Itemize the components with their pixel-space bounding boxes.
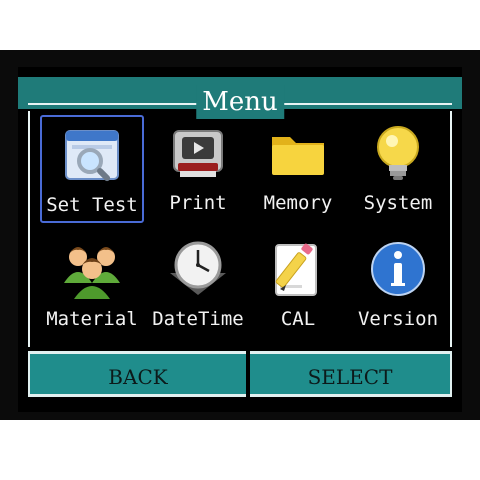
magnifier-window-icon (65, 130, 119, 182)
menu-item-datetime[interactable]: DateTime (146, 231, 250, 339)
pencil-document-icon (275, 243, 317, 296)
menu-item-print[interactable]: Print (146, 115, 250, 223)
menu-item-label: System (363, 192, 433, 214)
people-group-icon (64, 247, 120, 299)
menu-item-set-test[interactable]: Set Test (40, 115, 144, 223)
menu-item-label: Set Test (46, 194, 138, 216)
lightbulb-icon (377, 126, 419, 180)
menu-item-memory[interactable]: Memory (246, 115, 350, 223)
menu-item-material[interactable]: Material (40, 231, 144, 339)
menu-item-system[interactable]: System (346, 115, 450, 223)
folder-icon (272, 137, 324, 175)
select-button[interactable]: SELECT (250, 351, 452, 397)
menu-item-cal[interactable]: CAL (246, 231, 350, 339)
menu-item-label: Version (357, 308, 439, 330)
info-icon (371, 242, 425, 296)
title-bar: Menu (18, 77, 462, 119)
clock-icon (170, 241, 226, 295)
back-button[interactable]: BACK (28, 351, 246, 397)
printer-icon (173, 130, 223, 177)
menu-grid: Set Test Print Memory System Material Da… (28, 111, 452, 347)
menu-item-version[interactable]: Version (346, 231, 450, 339)
lcd-screen: Menu Set Test Print Memory System Materi… (18, 67, 462, 412)
